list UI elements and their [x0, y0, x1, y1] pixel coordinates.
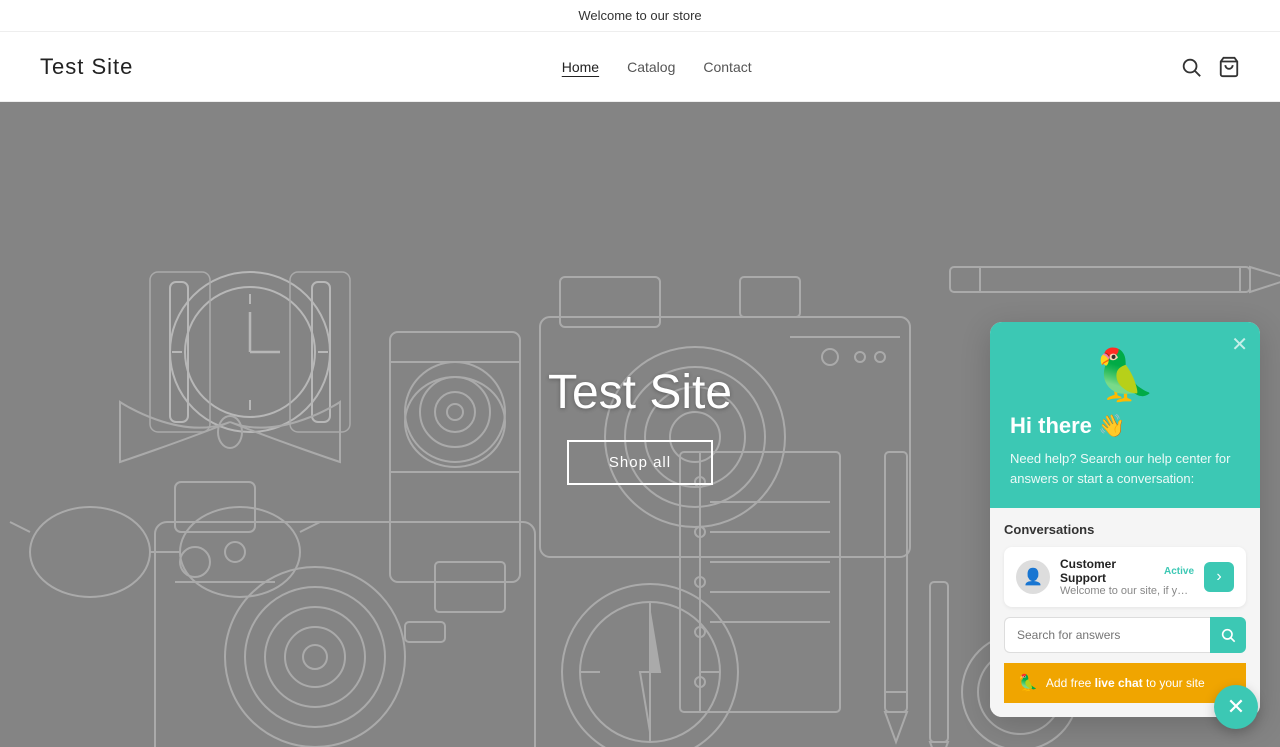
announcement-bar: Welcome to our store — [0, 0, 1280, 32]
conv-preview: Welcome to our site, if you ne... — [1060, 585, 1194, 597]
chat-bird-icon: 🦜 — [1010, 346, 1240, 405]
conv-info: Customer Support Active Welcome to our s… — [1060, 557, 1194, 597]
search-icon[interactable] — [1180, 56, 1202, 78]
announcement-text: Welcome to our store — [578, 8, 701, 23]
cta-bold[interactable]: live chat — [1095, 676, 1143, 690]
help-search-button[interactable] — [1210, 617, 1246, 653]
help-search-input[interactable] — [1004, 617, 1210, 653]
nav-contact[interactable]: Contact — [703, 59, 751, 75]
chat-body: Conversations 👤 Customer Support Active … — [990, 508, 1260, 717]
cta-icon: 🦜 — [1018, 673, 1038, 693]
hero-title: Test Site — [548, 365, 732, 420]
site-logo: Test Site — [40, 54, 133, 80]
conv-open-button[interactable]: › — [1204, 562, 1234, 592]
conversation-item[interactable]: 👤 Customer Support Active Welcome to our… — [1004, 547, 1246, 607]
header-icons — [1180, 56, 1240, 78]
chat-cta-bar: 🦜 Add free live chat to your site — [1004, 663, 1246, 703]
nav-catalog[interactable]: Catalog — [627, 59, 675, 75]
nav-home[interactable]: Home — [562, 59, 599, 75]
cart-icon[interactable] — [1218, 56, 1240, 78]
chat-widget: ✕ 🦜 Hi there 👋 Need help? Search our hel… — [990, 322, 1260, 717]
hero-content: Test Site Shop all — [548, 365, 732, 485]
shop-all-button[interactable]: Shop all — [567, 440, 713, 485]
main-nav: Home Catalog Contact — [562, 59, 752, 75]
chat-panel: ✕ 🦜 Hi there 👋 Need help? Search our hel… — [990, 322, 1260, 717]
conversations-label: Conversations — [1004, 522, 1246, 537]
chat-close-circle[interactable]: ✕ — [1214, 685, 1258, 729]
chat-collapse-button[interactable]: ✕ — [1231, 332, 1248, 357]
chat-header: ✕ 🦜 Hi there 👋 Need help? Search our hel… — [990, 322, 1260, 508]
conv-avatar: 👤 — [1016, 560, 1050, 594]
hero-section: Test Site Shop all ✕ 🦜 Hi there 👋 Need h… — [0, 102, 1280, 747]
chat-subtitle: Need help? Search our help center for an… — [1010, 449, 1240, 488]
cta-text: Add free live chat to your site — [1046, 676, 1205, 690]
search-row — [1004, 617, 1246, 653]
chat-greeting: Hi there 👋 — [1010, 413, 1240, 439]
conv-name-row: Customer Support Active — [1060, 557, 1194, 585]
conv-name: Customer Support — [1060, 557, 1164, 585]
conv-active-badge: Active — [1164, 566, 1194, 577]
header: Test Site Home Catalog Contact — [0, 32, 1280, 102]
